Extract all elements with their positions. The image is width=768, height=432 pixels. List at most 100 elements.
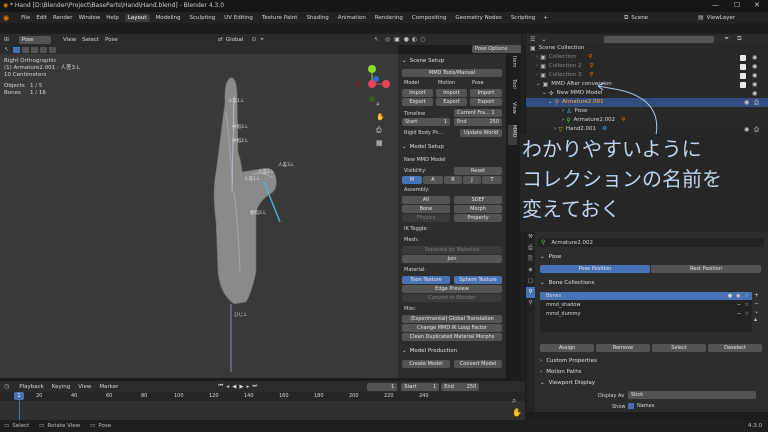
toon-texture-toggle[interactable]: Toon Texture (402, 276, 450, 284)
viewport-gizmo-icon[interactable]: ↖ (374, 36, 379, 43)
assembly-property-button[interactable]: Property (454, 214, 502, 222)
expand-icon[interactable]: › (562, 107, 564, 116)
menu-render[interactable]: Render (53, 15, 73, 21)
camera-view-icon[interactable]: ⎙ (376, 124, 385, 137)
add-collection-icon[interactable]: + (754, 292, 759, 300)
rest-position-button[interactable]: Rest Position (651, 265, 761, 273)
collection-checkbox[interactable] (740, 54, 746, 61)
playhead[interactable]: 1 (14, 392, 24, 400)
render-camera-icon[interactable]: ⎙ (754, 125, 759, 134)
armature-name-field[interactable]: Armature2.002 (551, 240, 593, 246)
overlay-icon[interactable]: ◎ (385, 36, 390, 43)
visibility-eye-icon[interactable]: ◉ (752, 71, 757, 80)
names-checkbox-row[interactable]: Names (628, 403, 654, 409)
move-up-icon[interactable]: ▴ (754, 316, 759, 324)
timeline-zoom-icon[interactable]: ⌕ (512, 396, 516, 406)
collection-checkbox[interactable] (740, 63, 746, 70)
remove-button[interactable]: Remove (596, 344, 650, 352)
timeline-editor-icon[interactable]: ◷ (4, 383, 9, 390)
select-button[interactable]: Select (652, 344, 706, 352)
playback-menu[interactable]: Playback (19, 384, 44, 390)
snap-icon[interactable]: ⌖ (260, 36, 263, 44)
collapse-icon[interactable]: ⌄ (536, 80, 541, 89)
viewport-menu-view[interactable]: View (63, 37, 76, 43)
visibility-eye-icon[interactable]: ◉ (744, 125, 749, 134)
expand-icon[interactable]: › (554, 125, 556, 134)
pose-position-button[interactable]: Pose Position (540, 265, 650, 273)
tool-tab-icon[interactable]: ⚒ (526, 232, 535, 243)
visibility-eye-icon[interactable]: ◉ (752, 62, 757, 71)
add-workspace-icon[interactable]: + (543, 15, 548, 21)
expand-icon[interactable]: › (536, 71, 538, 80)
expand-icon[interactable]: › (536, 62, 538, 71)
workspace-tab-shading[interactable]: Shading (303, 14, 331, 22)
list-item[interactable]: Bones ● ◉ ☆ (540, 292, 752, 300)
tab-item[interactable]: Item (508, 56, 517, 76)
jump-start-icon[interactable]: ⏮ (218, 383, 223, 390)
perspective-grid-icon[interactable]: ▦ (376, 137, 385, 150)
editor-type-icon[interactable]: ⊞ (4, 36, 9, 43)
outliner-editor-icon[interactable]: ☰ (530, 36, 535, 43)
output-tab-icon[interactable]: ⎘ (526, 254, 535, 265)
pose-section-header[interactable]: ⌄ Pose (540, 254, 561, 260)
remove-collection-icon[interactable]: − (754, 300, 759, 308)
rigid-visibility-toggle[interactable]: R (444, 176, 462, 184)
workspace-tab-rendering[interactable]: Rendering (372, 14, 406, 22)
visibility-eye-icon[interactable]: ◉ (752, 89, 757, 98)
deselect-button[interactable]: Deselect (708, 344, 762, 352)
viewport-display-header[interactable]: ⌄ Viewport Display (540, 380, 595, 386)
join-button[interactable]: Join (402, 255, 502, 263)
motion-paths-header[interactable]: › Motion Paths (540, 369, 582, 375)
separate-by-materials-button[interactable]: Separate by Materials (402, 246, 502, 254)
menu-help[interactable]: Help (106, 15, 119, 21)
assembly-all-button[interactable]: All (402, 196, 450, 204)
outliner-display-icon[interactable]: ⌄ (541, 36, 546, 43)
edge-preview-button[interactable]: Edge Preview (402, 285, 502, 293)
hidden-eye-icon[interactable]: ⌣ (737, 302, 740, 308)
tab-view[interactable]: View (508, 102, 517, 122)
convert-model-button[interactable]: Convert Model (454, 360, 502, 368)
convert-to-blender-button[interactable]: Convert to Blender (402, 294, 502, 302)
model-production-header[interactable]: ⌄ Model Production (402, 348, 457, 354)
visibility-eye-icon[interactable]: ◉ (752, 53, 757, 62)
collapse-icon[interactable]: ⌄ (548, 98, 553, 107)
timeline-pan-icon[interactable]: ✋ (512, 408, 522, 417)
list-menu-icon[interactable]: ⌄ (754, 308, 759, 316)
filter-icon[interactable]: ⏷ (724, 35, 729, 43)
shading-render-icon[interactable]: ○ (420, 36, 425, 43)
collection-checkbox[interactable] (740, 72, 746, 79)
outliner-row-collection-2[interactable]: › ▣ Collection 2 ⚲ ◉ (526, 62, 768, 71)
navigation-gizmo[interactable] (352, 64, 392, 104)
close-button[interactable]: ✕ (754, 1, 760, 9)
expand-icon[interactable]: › (536, 53, 538, 62)
maximize-button[interactable]: ☐ (734, 1, 740, 9)
armature-data-tab-icon[interactable]: ⚲ (526, 287, 535, 298)
model-import-button[interactable]: Import (402, 89, 433, 97)
assign-button[interactable]: Assign (540, 344, 594, 352)
reset-button[interactable]: Reset (454, 167, 502, 175)
workspace-tab-compositing[interactable]: Compositing (409, 14, 449, 22)
viewport-menu-pose[interactable]: Pose (105, 37, 118, 43)
pivot-icon[interactable]: ⊙ (251, 36, 256, 43)
update-world-button[interactable]: Update World (460, 129, 502, 137)
display-as-dropdown[interactable]: Stick (628, 391, 756, 399)
custom-properties-header[interactable]: › Custom Properties (540, 358, 597, 364)
viewport-canvas[interactable]: Right Orthographic (1) Armature2.001 : 人… (0, 54, 398, 378)
select-subtract-icon[interactable] (31, 46, 39, 53)
list-item[interactable]: mmd_dummy ⌣ ☆ (540, 309, 752, 318)
hidden-eye-icon[interactable]: ⌣ (737, 311, 740, 317)
blender-menu-icon[interactable]: ◉ (3, 14, 9, 22)
temp-visibility-toggle[interactable]: T (482, 176, 502, 184)
object-tab-icon[interactable]: ▢ (526, 276, 535, 287)
timeline-current-frame[interactable]: 1 (367, 382, 398, 391)
star-icon[interactable]: ☆ (745, 302, 749, 308)
menu-edit[interactable]: Edit (36, 15, 47, 21)
pose-options-dropdown[interactable]: Pose Options (472, 45, 522, 53)
render-tab-icon[interactable]: ⎙ (526, 243, 535, 254)
workspace-tab-layout[interactable]: Layout (124, 13, 150, 22)
timeline-area[interactable]: 1 20 40 60 80 100 120 140 160 180 200 22… (0, 392, 525, 420)
view-layer-selector[interactable]: ▤ ViewLayer (698, 13, 735, 22)
scene-selector[interactable]: ⧉ Scene (624, 13, 648, 22)
next-key-icon[interactable]: ▸ (247, 384, 250, 390)
play-icon[interactable]: ▶ (239, 384, 243, 390)
